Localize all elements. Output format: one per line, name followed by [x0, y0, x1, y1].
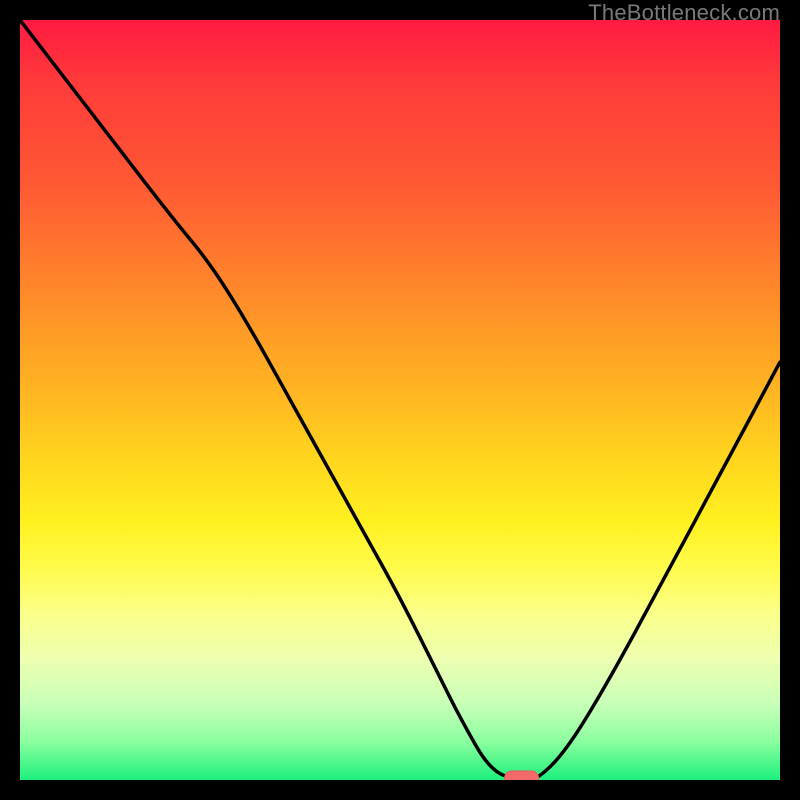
plot-area — [20, 20, 780, 780]
watermark-text: TheBottleneck.com — [588, 0, 780, 26]
valley-marker — [505, 771, 539, 780]
bottleneck-curve — [20, 20, 780, 780]
chart-frame: TheBottleneck.com — [0, 0, 800, 800]
plot-svg — [20, 20, 780, 780]
